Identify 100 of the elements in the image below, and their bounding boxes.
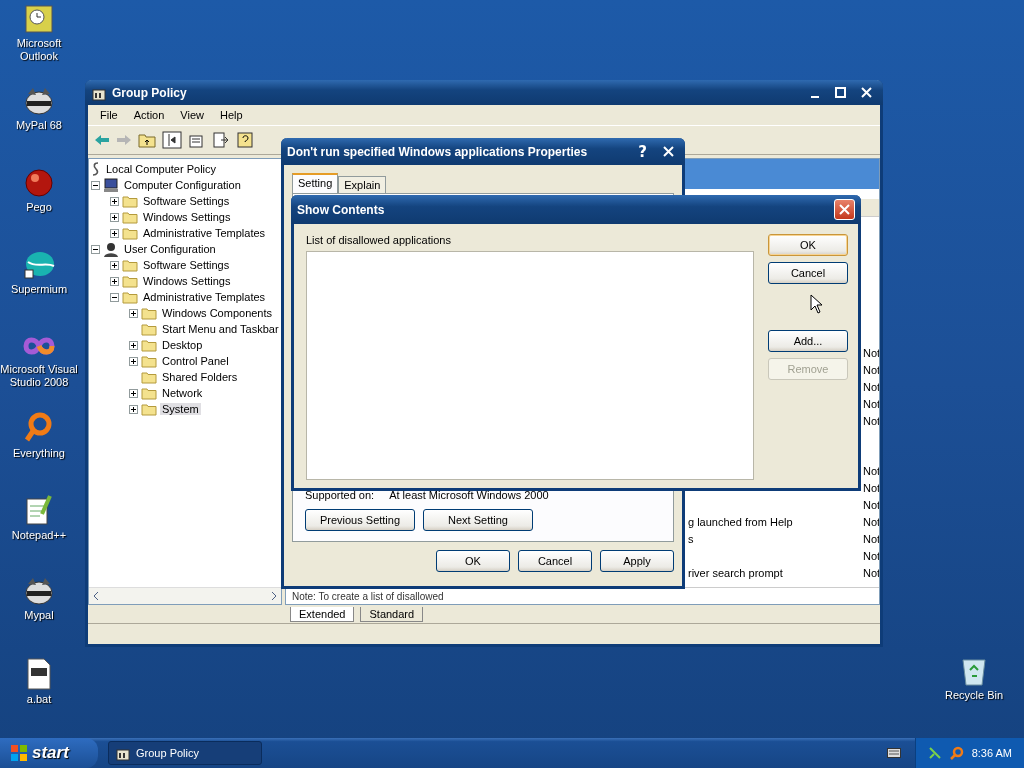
folder-icon (141, 386, 157, 400)
dialog-button[interactable]: Cancel (518, 550, 592, 572)
expand-icon[interactable] (110, 260, 119, 270)
tree-item[interactable]: Control Panel (160, 355, 231, 367)
expand-icon[interactable] (129, 404, 138, 414)
start-button[interactable]: start (0, 738, 98, 768)
menu-item[interactable]: File (92, 109, 126, 121)
expand-icon[interactable] (110, 212, 119, 222)
folder-icon (122, 290, 138, 304)
expand-icon[interactable] (129, 356, 138, 366)
dialog-tab[interactable]: Explain (338, 176, 387, 193)
expand-icon[interactable] (110, 196, 119, 206)
maximize-icon (835, 87, 846, 98)
collapse-icon[interactable] (91, 180, 100, 190)
dialog-button[interactable]: OK (436, 550, 510, 572)
nav-button[interactable]: Next Setting (423, 509, 533, 531)
expand-icon[interactable] (129, 308, 138, 318)
computer-icon (103, 177, 119, 193)
recycle-bin-icon (960, 656, 988, 686)
view-tab[interactable]: Extended (290, 606, 355, 622)
tree-toggle-icon[interactable] (162, 131, 182, 149)
desktop-icon-label[interactable]: Microsoft Outlook (0, 37, 79, 63)
open-folder-icon (141, 402, 157, 416)
dialog-button[interactable]: Cancel (768, 262, 848, 284)
menu-item[interactable]: Action (125, 109, 173, 121)
properties-icon[interactable] (188, 132, 206, 148)
desktop-icon-label[interactable]: Microsoft Visual Studio 2008 (0, 363, 79, 389)
tree-item[interactable]: Computer Configuration (122, 179, 243, 191)
desktop-icon-label[interactable]: Recycle Bin (944, 689, 1004, 702)
folder-icon (122, 274, 138, 288)
tree-item[interactable]: User Configuration (122, 243, 218, 255)
dialog-tab[interactable]: Setting (292, 173, 339, 193)
keyboard-icon[interactable] (886, 748, 901, 758)
dialog-button[interactable]: Add... (768, 330, 848, 352)
network-icon[interactable] (927, 746, 942, 760)
windows-flag-icon (10, 744, 28, 762)
menu-item[interactable]: Help (211, 109, 251, 121)
expand-icon[interactable] (110, 276, 119, 286)
desktop-icon-label[interactable]: MyPal 68 (16, 119, 62, 132)
desktop-icon-label[interactable]: Everything (13, 447, 65, 460)
search-ring-icon (24, 412, 54, 444)
nav-button[interactable]: Previous Setting (305, 509, 415, 531)
close-button[interactable] (834, 199, 855, 220)
window-title: Group Policy (112, 85, 188, 100)
help-icon[interactable] (236, 131, 254, 149)
list-label: List of disallowed applications (306, 234, 452, 246)
dialog-button[interactable]: OK (768, 234, 848, 256)
tree-item[interactable]: Software Settings (141, 259, 232, 271)
close-icon (861, 87, 872, 98)
folder-icon (141, 370, 157, 384)
folder-icon (122, 226, 138, 240)
folder-icon (141, 322, 157, 336)
supported-label: Supported on: (305, 489, 375, 501)
close-icon (839, 204, 850, 215)
calendar-icon (24, 4, 54, 34)
tree-item[interactable]: Windows Components (160, 307, 275, 319)
tree-item[interactable]: Network (160, 387, 205, 399)
dialog-title: Don't run specified Windows applications Properties (287, 144, 589, 159)
help-button[interactable]: ? (632, 141, 653, 162)
minimize-icon (810, 95, 819, 98)
view-tab[interactable]: Standard (360, 606, 424, 622)
desktop-icon-label[interactable]: Notepad++ (11, 529, 67, 542)
user-icon (103, 241, 119, 257)
setting-name: g launched from Help (688, 515, 794, 528)
folder-icon (122, 258, 138, 272)
up-folder-icon[interactable] (138, 132, 156, 148)
tree-item[interactable]: System (160, 403, 201, 415)
desktop-icon-label[interactable]: Mypal (24, 609, 54, 622)
expand-icon[interactable] (110, 228, 119, 238)
batch-file-icon (26, 658, 52, 690)
desktop-icon-label[interactable]: Pego (26, 201, 52, 214)
ball-icon (24, 168, 54, 198)
tree-item[interactable]: Start Menu and Taskbar (160, 323, 281, 335)
desktop-icon-label[interactable]: Supermium (10, 283, 68, 296)
tree-item[interactable]: Shared Folders (160, 371, 240, 383)
tree-item[interactable]: Software Settings (141, 195, 232, 207)
export-icon[interactable] (212, 132, 230, 148)
close-icon (663, 146, 674, 157)
expand-icon[interactable] (129, 340, 138, 350)
dialog-button[interactable]: Apply (600, 550, 674, 572)
tree-item[interactable]: Windows Settings (141, 275, 233, 287)
setting-name: river search prompt (688, 566, 784, 579)
folder-icon (122, 194, 138, 208)
tree-item[interactable]: Local Computer Policy (104, 163, 219, 175)
desktop-icon-label[interactable]: a.bat (26, 693, 52, 706)
raccoon-icon (23, 576, 55, 606)
collapse-icon[interactable] (91, 244, 100, 254)
expand-icon[interactable] (129, 388, 138, 398)
folder-icon (122, 210, 138, 224)
tree-item[interactable]: Administrative Templates (141, 227, 268, 239)
taskbar-button[interactable]: Group Policy (108, 741, 262, 765)
tree-item[interactable]: Windows Settings (141, 211, 233, 223)
clock: 8:36 AM (971, 747, 1012, 759)
tree-item[interactable]: Administrative Templates (141, 291, 268, 303)
folder-icon (141, 354, 157, 368)
horizontal-scrollbar[interactable] (89, 587, 281, 604)
notepad-icon (24, 494, 54, 526)
menu-item[interactable]: View (172, 109, 212, 121)
tree-item[interactable]: Desktop (160, 339, 205, 351)
collapse-icon[interactable] (110, 292, 119, 302)
